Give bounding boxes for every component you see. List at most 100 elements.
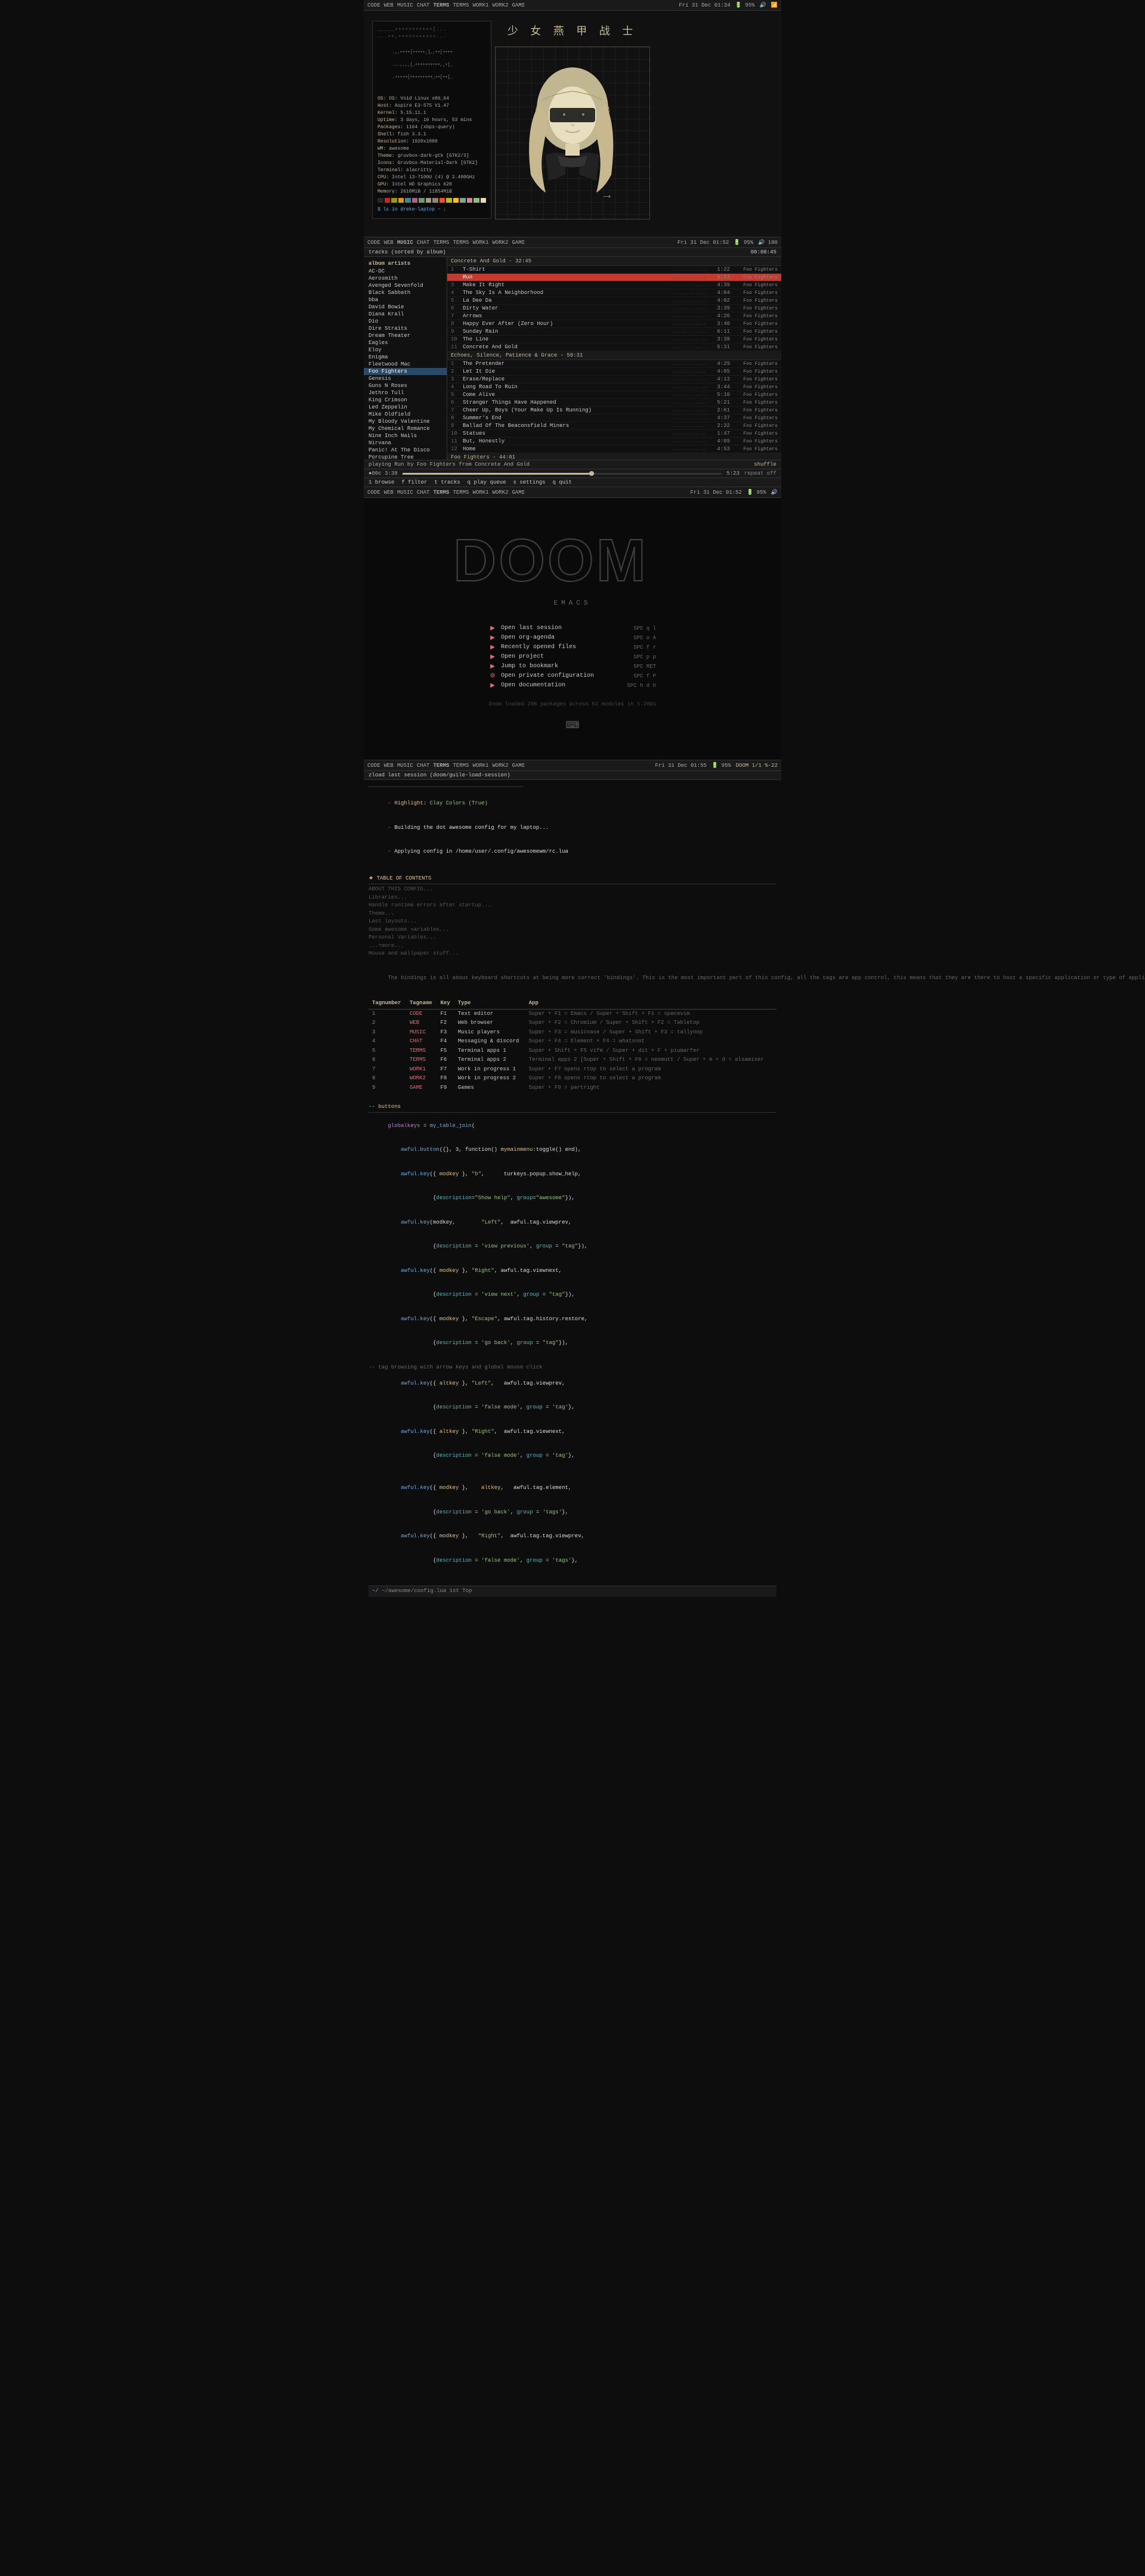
tag-code[interactable]: CODE (367, 2, 380, 8)
tag-terms-active[interactable]: TERMS (433, 2, 449, 8)
tag-web[interactable]: WEB (384, 2, 394, 8)
track-1-7[interactable]: 7Arrows............4:26Foo Fighters (447, 312, 781, 320)
toolbar-settings[interactable]: s settings (513, 479, 545, 485)
artist-jethro[interactable]: Jethro Tull (364, 389, 447, 397)
doom-menu-open-last[interactable]: ▶ Open last session SPC q l (489, 625, 656, 632)
track-1-11[interactable]: 11Concrete And Gold............5:31Foo F… (447, 343, 781, 351)
t4-work1[interactable]: WORK1 (472, 763, 488, 769)
artist-mike[interactable]: Mike Oldfield (364, 411, 447, 418)
artist-a7x[interactable]: Avenged Sevenfold (364, 282, 447, 289)
t2-terms2[interactable]: TERMS (453, 240, 469, 246)
t2-work2[interactable]: WORK2 (492, 240, 508, 246)
artist-gnr[interactable]: Guns N Roses (364, 382, 447, 389)
artist-aerosmith[interactable]: Aerosmith (364, 275, 447, 282)
t4-terms2[interactable]: TERMS (453, 763, 469, 769)
track-2-4[interactable]: 4Long Road To Ruin............3:44Foo Fi… (447, 383, 781, 391)
track-1-4[interactable]: 4The Sky Is A Neighborhood............4:… (447, 289, 781, 297)
artist-eloy[interactable]: Eloy (364, 346, 447, 354)
t4-terms-active[interactable]: TERMS (433, 763, 449, 769)
track-2-10[interactable]: 10Statues............1:47Foo Fighters (447, 430, 781, 438)
track-1-2[interactable]: 2Run............5:13Foo Fighters (447, 274, 781, 281)
t4-game[interactable]: GAME (512, 763, 525, 769)
doom-menu-documentation[interactable]: ▶ Open documentation SPC h d h (489, 682, 656, 689)
doom-menu-private-config[interactable]: ⚙ Open private configuration SPC f P (489, 673, 656, 680)
artist-eagles[interactable]: Eagles (364, 339, 447, 346)
t2-game[interactable]: GAME (512, 240, 525, 246)
artist-mcr[interactable]: My Chemical Romance (364, 425, 447, 432)
t4-chat[interactable]: CHAT (417, 763, 430, 769)
artist-bba[interactable]: bba (364, 296, 447, 304)
t2-music-active[interactable]: MUSIC (397, 240, 413, 246)
t2-work1[interactable]: WORK1 (472, 240, 488, 246)
track-2-11[interactable]: 11But, Honestly............4:09Foo Fight… (447, 438, 781, 445)
doom-menu-jump-bookmark[interactable]: ▶ Jump to bookmark SPC RET (489, 663, 656, 670)
track-1-1[interactable]: 1T-Shirt............1:22Foo Fighters (447, 266, 781, 274)
toolbar-queue[interactable]: q play queue (468, 479, 506, 485)
doom-menu-open-agenda[interactable]: ▶ Open org-agenda SPC o A (489, 634, 656, 642)
t2-terms[interactable]: TERMS (433, 240, 449, 246)
t3-terms-active[interactable]: TERMS (433, 490, 449, 496)
artist-mbv[interactable]: My Bloody Valentine (364, 418, 447, 425)
track-2-1[interactable]: 1The Pretender............4:29Foo Fighte… (447, 360, 781, 368)
track-2-6[interactable]: 6Stranger Things Have Happened..........… (447, 399, 781, 407)
track-2-8[interactable]: 8Summer's End............4:37Foo Fighter… (447, 414, 781, 422)
artist-enigma[interactable]: Enigma (364, 354, 447, 361)
artist-genesis[interactable]: Genesis (364, 375, 447, 382)
t3-code[interactable]: CODE (367, 490, 380, 496)
t3-music[interactable]: MUSIC (397, 490, 413, 496)
artist-dire[interactable]: Dire Straits (364, 325, 447, 332)
track-2-5[interactable]: 5Come Alive............5:10Foo Fighters (447, 391, 781, 399)
artist-porcupine[interactable]: Porcupine Tree (364, 454, 447, 460)
artist-foo-fighters[interactable]: Foo Fighters (364, 368, 447, 375)
tag-terms2[interactable]: TERMS (453, 2, 469, 8)
t4-web[interactable]: WEB (384, 763, 394, 769)
doom-menu-recent-files[interactable]: ▶ Recently opened files SPC f r (489, 644, 656, 651)
track-1-6[interactable]: 6Dirty Water............3:39Foo Fighters (447, 305, 781, 312)
artist-fleetwood[interactable]: Fleetwood Mac (364, 361, 447, 368)
track-1-8[interactable]: 8Happy Ever After (Zero Hour)...........… (447, 320, 781, 328)
track-1-9[interactable]: 9Sunday Rain............6:11Foo Fighters (447, 328, 781, 336)
artist-dream[interactable]: Dream Theater (364, 332, 447, 339)
track-2-12[interactable]: 12Home............4:53Foo Fighters (447, 445, 781, 453)
track-2-9[interactable]: 9Ballad Of The Beaconsfield Miners......… (447, 422, 781, 430)
t3-terms2[interactable]: TERMS (453, 490, 469, 496)
t2-code[interactable]: CODE (367, 240, 380, 246)
tag-game[interactable]: GAME (512, 2, 525, 8)
artist-nin[interactable]: Nine Inch Nails (364, 432, 447, 439)
artist-acdc[interactable]: AC-DC (364, 268, 447, 275)
t3-work1[interactable]: WORK1 (472, 490, 488, 496)
t3-web[interactable]: WEB (384, 490, 394, 496)
track-1-3[interactable]: 3Make It Right............4:39Foo Fighte… (447, 281, 781, 289)
t2-chat[interactable]: CHAT (417, 240, 430, 246)
t3-chat[interactable]: CHAT (417, 490, 430, 496)
artist-diana[interactable]: Diana Krall (364, 311, 447, 318)
t4-music[interactable]: MUSIC (397, 763, 413, 769)
artist-ledzep[interactable]: Led Zeppelin (364, 404, 447, 411)
t4-code[interactable]: CODE (367, 763, 380, 769)
toolbar-browse[interactable]: 1 browse (369, 479, 394, 485)
artist-bowie[interactable]: David Bowie (364, 304, 447, 311)
track-2-2[interactable]: 2Let It Die............4:05Foo Fighters (447, 368, 781, 376)
track-1-10[interactable]: 10The Line............3:38Foo Fighters (447, 336, 781, 343)
toolbar-tracks[interactable]: t tracks (434, 479, 460, 485)
track-1-5[interactable]: 5La Dee Da............4:02Foo Fighters (447, 297, 781, 305)
artist-panic[interactable]: Panic! At The Disco (364, 447, 447, 454)
toolbar-filter[interactable]: f filter (401, 479, 427, 485)
artist-nirvana[interactable]: Nirvana (364, 439, 447, 447)
t3-game[interactable]: GAME (512, 490, 525, 496)
tag-music[interactable]: MUSIC (397, 2, 413, 8)
track-2-7[interactable]: 7Cheer Up, Boys (Your Make Up Is Running… (447, 407, 781, 414)
artist-sabbath[interactable]: Black Sabbath (364, 289, 447, 296)
toolbar-quit[interactable]: q quit (553, 479, 572, 485)
music-progress-bar[interactable] (403, 473, 722, 475)
tag-chat[interactable]: CHAT (417, 2, 430, 8)
t4-work2[interactable]: WORK2 (492, 763, 508, 769)
doom-menu-open-project[interactable]: ▶ Open project SPC p p (489, 654, 656, 661)
t2-web[interactable]: WEB (384, 240, 394, 246)
t3-work2[interactable]: WORK2 (492, 490, 508, 496)
track-2-3[interactable]: 3Erase/Replace............4:13Foo Fighte… (447, 376, 781, 383)
artist-crimson[interactable]: King Crimson (364, 397, 447, 404)
artist-dio[interactable]: Dio (364, 318, 447, 325)
tag-work2[interactable]: WORK2 (492, 2, 508, 8)
tag-work1[interactable]: WORK1 (472, 2, 488, 8)
